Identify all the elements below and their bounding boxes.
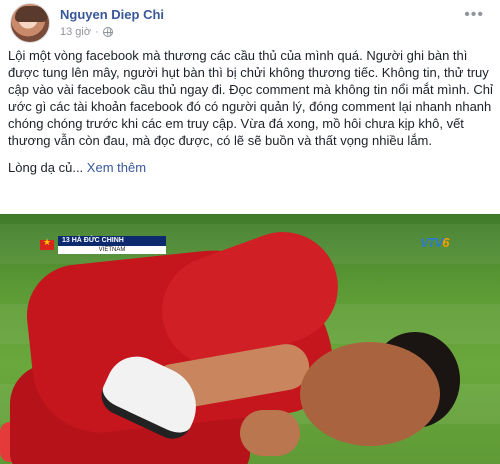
see-more-link[interactable]: Xem thêm	[87, 160, 146, 175]
author-avatar[interactable]	[10, 3, 50, 43]
channel-logo: VTV6	[420, 234, 464, 250]
post-meta-separator: ·	[95, 26, 99, 38]
author-name[interactable]: Nguyen Diep Chi	[60, 7, 164, 22]
channel-logo-text: VTV	[420, 235, 443, 250]
more-icon[interactable]: •••	[464, 6, 484, 24]
post-paragraph: Lội một vòng facebook mà thương các cầu …	[8, 48, 493, 148]
player-hand	[240, 410, 300, 456]
scorebug-box: 13 HÀ ĐỨC CHINH VIETNAM	[58, 236, 166, 254]
vietnam-flag-icon	[40, 237, 54, 250]
post-paragraph-truncated: Lòng dạ củ... Xem thêm	[8, 159, 494, 176]
facebook-post: Nguyen Diep Chi 13 giờ · ••• Lội một vòn…	[0, 0, 500, 464]
scorebug-team: VIETNAM	[58, 246, 166, 254]
channel-logo-number: 6	[442, 235, 449, 250]
truncated-text: Lòng dạ củ...	[8, 160, 84, 175]
globe-icon[interactable]	[102, 27, 113, 37]
post-text: Lội một vòng facebook mà thương các cầu …	[8, 47, 494, 186]
post-header: Nguyen Diep Chi 13 giờ · •••	[0, 0, 500, 44]
player-head	[300, 342, 440, 446]
scorebug-player: 13 HÀ ĐỨC CHINH	[58, 236, 166, 246]
tv-scorebug: 13 HÀ ĐỨC CHINH VIETNAM	[40, 236, 166, 254]
post-timestamp[interactable]: 13 giờ	[60, 26, 91, 38]
post-photo[interactable]: 13 HÀ ĐỨC CHINH VIETNAM VTV6	[0, 214, 500, 464]
post-meta: 13 giờ ·	[60, 26, 113, 38]
